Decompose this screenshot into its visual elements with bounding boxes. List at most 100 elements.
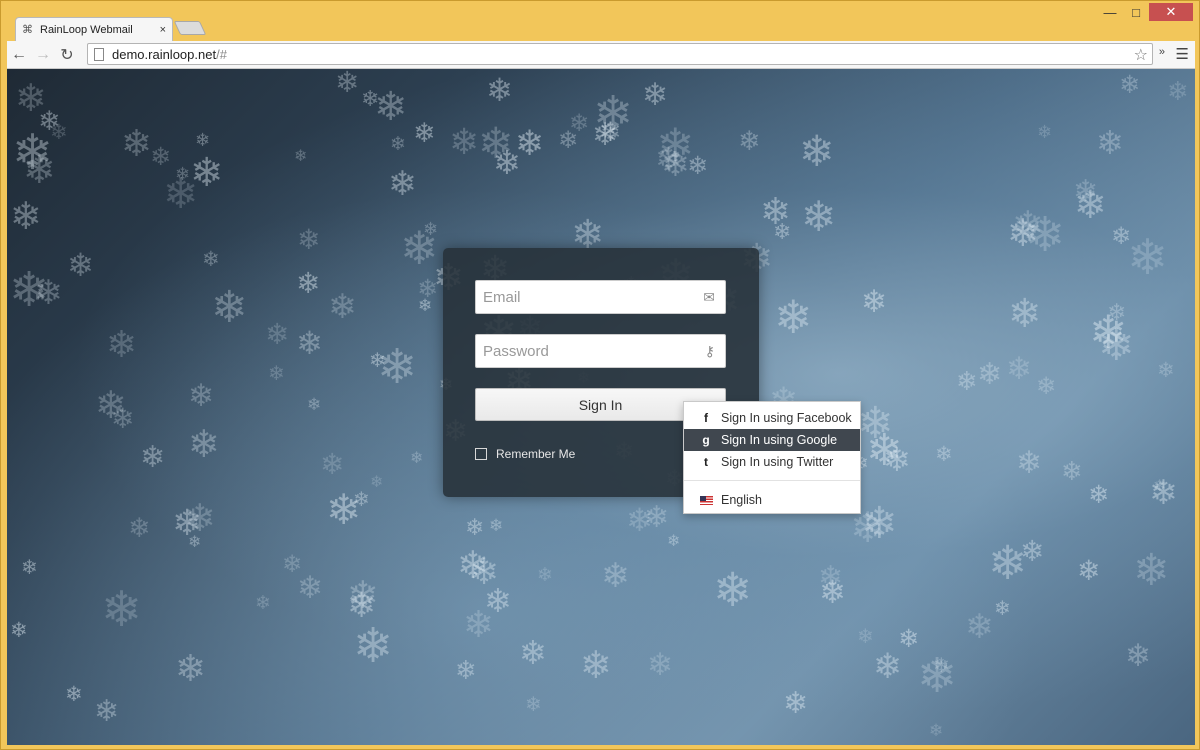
email-input[interactable]: [476, 281, 725, 313]
menu-item-twitter[interactable]: t Sign In using Twitter: [684, 451, 860, 473]
snowflake-decoration: ❄: [172, 502, 203, 543]
snowflake-decoration: ❄: [413, 118, 436, 148]
snowflake-decoration: ❄: [687, 152, 708, 180]
snowflake-decoration: ❄: [667, 533, 681, 550]
snowflake-decoration: ❄: [374, 85, 408, 129]
key-icon: ⚷: [704, 343, 715, 359]
twitter-icon: t: [704, 455, 708, 469]
menu-item-google[interactable]: g Sign In using Google: [684, 429, 860, 451]
facebook-icon: f: [704, 411, 708, 425]
snowflake-decoration: ❄: [347, 586, 377, 625]
remember-me[interactable]: Remember Me: [475, 447, 575, 461]
close-window-button[interactable]: ✕: [1149, 3, 1193, 21]
snowflake-decoration: ❄: [320, 449, 345, 481]
menu-item-facebook[interactable]: f Sign In using Facebook: [684, 407, 860, 429]
snowflake-decoration: ❄: [1012, 205, 1044, 247]
snowflake-decoration: ❄: [297, 570, 323, 605]
snowflake-decoration: ❄: [873, 647, 903, 686]
snowflake-decoration: ❄: [857, 626, 874, 648]
new-tab-button[interactable]: [173, 21, 207, 35]
snowflake-decoration: ❄: [195, 130, 211, 150]
snowflake-decoration: ❄: [478, 120, 515, 168]
snowflake-decoration: ❄: [642, 77, 668, 112]
login-options-menu: f Sign In using Facebook g Sign In using…: [683, 401, 861, 514]
snowflake-decoration: ❄: [519, 634, 547, 671]
snowflake-decoration: ❄: [1016, 445, 1042, 480]
forward-button[interactable]: →: [31, 43, 55, 67]
snowflake-decoration: ❄: [486, 72, 513, 108]
snowflake-decoration: ❄: [883, 441, 911, 478]
snowflake-decoration: ❄: [297, 224, 321, 255]
snowflake-decoration: ❄: [626, 502, 653, 538]
snowflake-decoration: ❄: [121, 123, 153, 164]
snowflake-decoration: ❄: [661, 146, 690, 184]
snowflake-decoration: ❄: [801, 193, 837, 240]
snowflake-decoration: ❄: [111, 403, 135, 434]
remember-me-label[interactable]: Remember Me: [496, 447, 575, 461]
snowflake-decoration: ❄: [537, 565, 553, 586]
snowflake-decoration: ❄: [150, 143, 171, 171]
menu-item-language[interactable]: English: [684, 489, 860, 511]
snowflake-decoration: ❄: [67, 247, 94, 283]
google-icon: g: [702, 433, 710, 447]
snowflake-decoration: ❄: [1167, 76, 1189, 106]
snowflake-decoration: ❄: [202, 248, 220, 271]
snowflake-decoration: ❄: [760, 191, 792, 232]
bookmark-star-icon[interactable]: ☆: [1134, 45, 1148, 65]
snowflake-decoration: ❄: [9, 264, 50, 317]
url-path: /#: [216, 46, 227, 62]
password-input[interactable]: [476, 335, 725, 367]
snowflake-decoration: ❄: [601, 557, 630, 595]
snowflake-decoration: ❄: [268, 363, 285, 385]
snowflake-decoration: ❄: [21, 557, 38, 579]
browser-tab[interactable]: ⌘ RainLoop Webmail ×: [15, 17, 173, 41]
snowflake-decoration: ❄: [307, 395, 322, 414]
snowflake-decoration: ❄: [265, 319, 290, 351]
snowflake-decoration: ❄: [10, 619, 28, 642]
snowflake-decoration: ❄: [140, 441, 166, 474]
snowflake-decoration: ❄: [525, 694, 542, 716]
snowflake-decoration: ❄: [369, 350, 386, 372]
snowflake-decoration: ❄: [1088, 481, 1109, 509]
url-host: demo.rainloop.net: [112, 46, 217, 62]
snowflake-decoration: ❄: [211, 283, 248, 332]
extensions-overflow-icon[interactable]: »: [1159, 46, 1165, 58]
minimize-button[interactable]: —: [1097, 3, 1123, 21]
snowflake-decoration: ❄: [713, 563, 753, 616]
password-field[interactable]: ⚷: [475, 334, 726, 368]
snowflake-decoration: ❄: [410, 450, 424, 467]
snowflake-decoration: ❄: [1153, 478, 1167, 495]
snowflake-decoration: ❄: [353, 489, 370, 511]
back-button[interactable]: ←: [7, 43, 31, 67]
page-icon: [94, 47, 104, 61]
snowflake-decoration: ❄: [188, 378, 214, 413]
address-bar[interactable]: demo.rainloop.net /# ☆: [87, 43, 1153, 65]
snowflake-decoration: ❄: [106, 324, 138, 365]
us-flag-icon: [700, 495, 713, 505]
snowflake-decoration: ❄: [1133, 546, 1170, 595]
snowflake-decoration: ❄: [489, 516, 504, 535]
snowflake-decoration: ❄: [65, 683, 83, 706]
snowflake-decoration: ❄: [1157, 359, 1175, 382]
snowflake-decoration: ❄: [929, 721, 944, 740]
snowflake-decoration: ❄: [977, 358, 1003, 391]
browser-menu-icon[interactable]: ☰: [1176, 45, 1189, 63]
snowflake-decoration: ❄: [1020, 536, 1045, 568]
snowflake-decoration: ❄: [296, 268, 321, 300]
snowflake-decoration: ❄: [1096, 124, 1124, 161]
tab-close-icon[interactable]: ×: [160, 24, 166, 36]
reload-button[interactable]: ↻: [55, 43, 79, 67]
snowflake-decoration: ❄: [818, 561, 844, 594]
snowflake-decoration: ❄: [370, 474, 384, 491]
maximize-button[interactable]: □: [1123, 3, 1149, 21]
snowflake-decoration: ❄: [465, 514, 485, 540]
snowflake-decoration: ❄: [449, 121, 480, 162]
title-bar: ⌘ RainLoop Webmail × — □ ✕: [1, 1, 1199, 41]
snowflake-decoration: ❄: [1119, 71, 1140, 99]
email-field[interactable]: ✉: [475, 280, 726, 314]
browser-toolbar: ← → ↻ demo.rainloop.net /# ☆ » ☰: [7, 41, 1195, 69]
remember-me-checkbox[interactable]: [475, 448, 487, 460]
snowflake-decoration: ❄: [390, 134, 406, 155]
language-label: English: [721, 493, 762, 507]
page-background: ❄ ❄ ❄ ❄ ❄ ❄ ❄ ❄ ❄ ❄ ❄ ❄ ❄ ❄ ❄ ❄ ❄ ❄ ❄ ❄ ❄ ❄ ❄ ❄ ❄ ❄ ❄ ❄ ❄ ❄ ❄ ❄ ❄ ❄ ❄ ❄ ❄ ❄ ❄ ❄…: [7, 69, 1195, 745]
